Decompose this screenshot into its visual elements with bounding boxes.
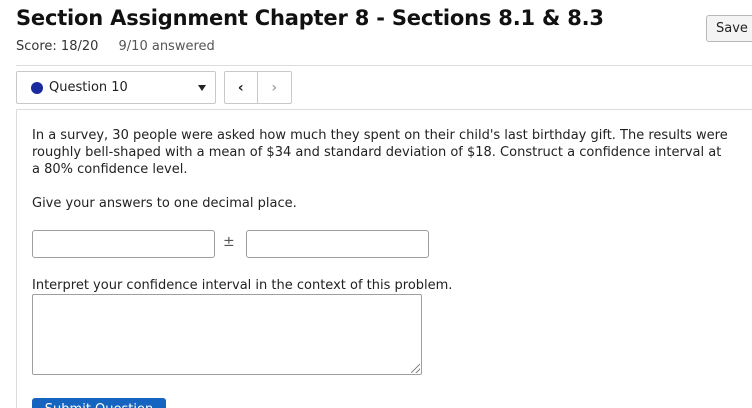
- resize-grip-icon[interactable]: [411, 364, 420, 373]
- chevron-right-icon: ›: [271, 79, 278, 96]
- interpretation-textarea[interactable]: [32, 294, 422, 375]
- question-select[interactable]: Question 10: [16, 71, 216, 104]
- answered-count: 9/10 answered: [118, 39, 215, 54]
- save-button[interactable]: Save: [706, 15, 752, 42]
- score-line: Score: 18/20 9/10 answered: [16, 39, 215, 54]
- plus-minus-symbol: ±: [223, 234, 235, 250]
- chevron-left-icon: ‹: [237, 79, 244, 96]
- interpret-label: Interpret your confidence interval in th…: [32, 278, 453, 293]
- assignment-page: Section Assignment Chapter 8 - Sections …: [0, 0, 752, 408]
- question-panel-top-border: [16, 109, 752, 110]
- interval-center-input[interactable]: [32, 230, 215, 258]
- header-divider: [16, 65, 752, 66]
- question-nav-group: ‹ ›: [224, 71, 292, 104]
- answer-instructions: Give your answers to one decimal place.: [32, 196, 297, 211]
- previous-question-button[interactable]: ‹: [225, 72, 258, 103]
- margin-of-error-input[interactable]: [246, 230, 429, 258]
- question-status-dot: [31, 82, 43, 94]
- next-question-button[interactable]: ›: [258, 72, 291, 103]
- question-text: In a survey, 30 people were asked how mu…: [32, 128, 728, 177]
- question-select-label: Question 10: [49, 80, 128, 95]
- page-title: Section Assignment Chapter 8 - Sections …: [16, 6, 604, 30]
- submit-question-button[interactable]: Submit Question: [32, 398, 166, 408]
- score-text: Score: 18/20: [16, 39, 99, 54]
- caret-down-icon: [198, 85, 206, 91]
- question-panel-left-border: [16, 109, 17, 408]
